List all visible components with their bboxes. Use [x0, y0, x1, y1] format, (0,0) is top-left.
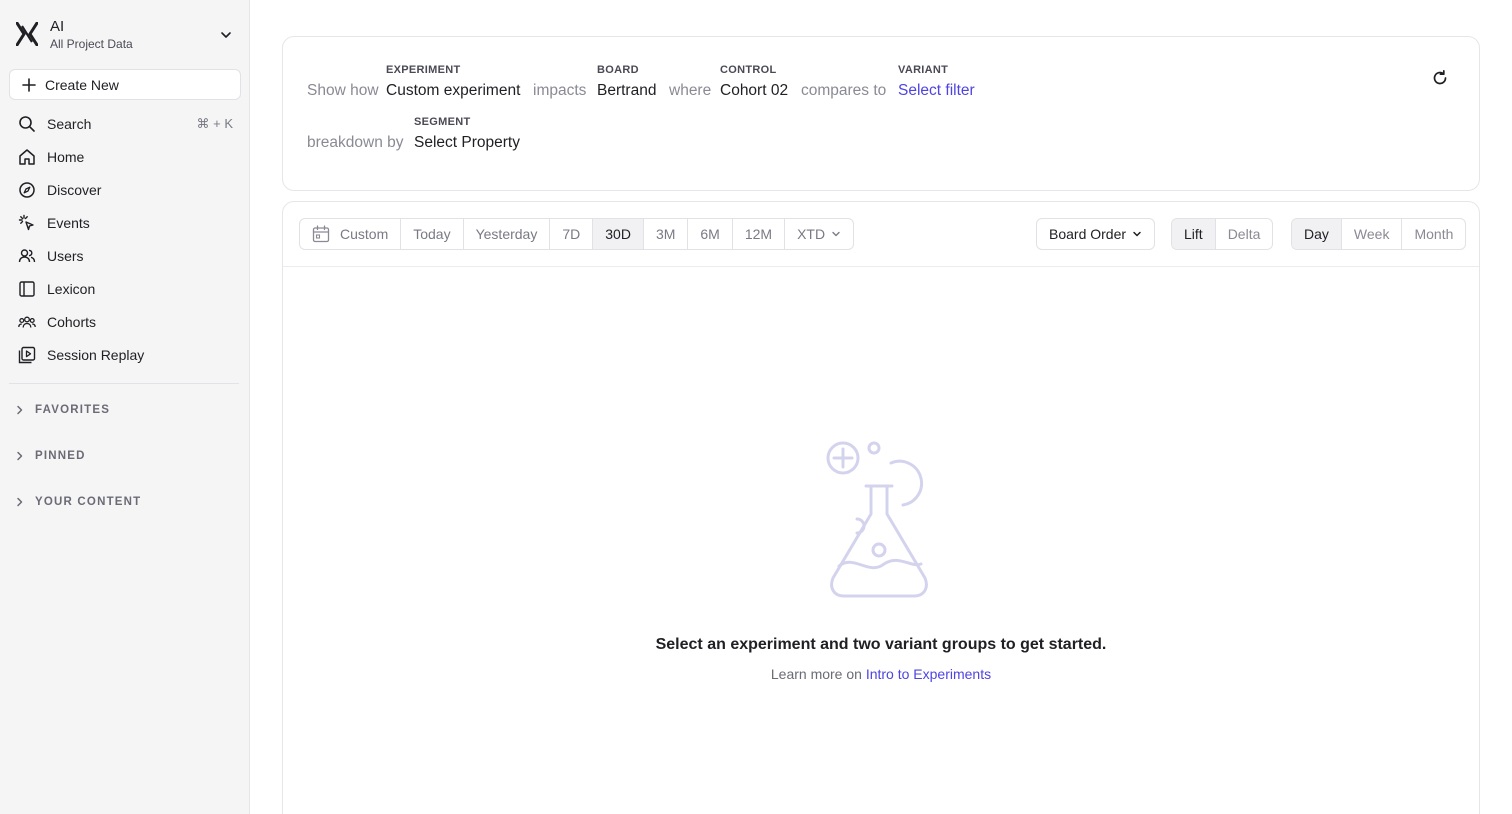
chevron-down-icon — [1133, 231, 1141, 237]
control-selector[interactable]: Cohort 02 — [720, 82, 788, 100]
query-impacts: impacts — [533, 82, 587, 99]
group-icon — [18, 316, 36, 328]
cursor-click-icon — [18, 214, 34, 231]
sidebar-item-users[interactable]: Users — [9, 241, 241, 271]
home-icon — [19, 149, 35, 165]
calendar-icon — [312, 225, 330, 243]
sidebar-item-home[interactable]: Home — [9, 142, 241, 172]
experiment-query-card: Show how EXPERIMENT Custom experiment im… — [282, 36, 1480, 191]
chevron-down-icon[interactable] — [219, 28, 233, 42]
sidebar-item-label: Discover — [47, 182, 102, 198]
date-range-label: XTD — [797, 226, 826, 242]
board-order-label: Board Order — [1049, 226, 1127, 242]
date-range-custom[interactable]: Custom — [300, 219, 402, 249]
empty-state-subtitle: Learn more on Intro to Experiments — [283, 666, 1479, 682]
toggle-week[interactable]: Week — [1342, 219, 1403, 249]
sidebar-item-label: Home — [47, 149, 85, 165]
sidebar-item-label: Session Replay — [47, 347, 145, 363]
experiment-caption: EXPERIMENT — [386, 64, 461, 76]
board-order-dropdown[interactable]: Board Order — [1036, 218, 1155, 250]
chevron-right-icon — [17, 497, 23, 507]
query-where: where — [669, 82, 712, 99]
segment-caption: SEGMENT — [414, 116, 471, 128]
toggle-lift[interactable]: Lift — [1172, 219, 1216, 249]
flask-illustration-icon — [826, 441, 928, 598]
date-range-xtd[interactable]: XTD — [785, 219, 853, 249]
granularity-toggle: Day Week Month — [1291, 218, 1467, 250]
project-subtitle: All Project Data — [50, 37, 133, 51]
section-your-content[interactable]: YOUR CONTENT — [9, 491, 241, 513]
empty-state-title: Select an experiment and two variant gro… — [655, 636, 1107, 653]
create-new-label: Create New — [45, 76, 119, 93]
lift-delta-toggle: Lift Delta — [1171, 218, 1274, 250]
project-name: AI — [50, 18, 65, 35]
play-square-icon — [18, 346, 36, 364]
sidebar-item-label: Cohorts — [47, 314, 97, 330]
sidebar-item-session-replay[interactable]: Session Replay — [9, 340, 241, 370]
date-range-30d[interactable]: 30D — [593, 219, 644, 249]
toggle-delta[interactable]: Delta — [1216, 219, 1273, 249]
chevron-down-icon — [832, 231, 840, 237]
section-label: PINNED — [35, 450, 86, 462]
variant-caption: VARIANT — [898, 64, 949, 76]
intro-to-experiments-link[interactable]: Intro to Experiments — [866, 666, 991, 682]
date-range-yesterday[interactable]: Yesterday — [464, 219, 551, 249]
variant-selector[interactable]: Select filter — [898, 82, 975, 100]
sidebar-item-search[interactable]: Search ⌘ + K — [9, 109, 241, 139]
board-selector[interactable]: Bertrand — [597, 82, 656, 100]
section-favorites[interactable]: FAVORITES — [9, 399, 241, 421]
project-switcher[interactable]: AI All Project Data — [0, 0, 250, 68]
users-icon — [18, 249, 36, 263]
results-card: Custom Today Yesterday 7D 30D 3M 6M 12M … — [282, 201, 1480, 814]
compass-icon — [19, 182, 35, 198]
sidebar-item-discover[interactable]: Discover — [9, 175, 241, 205]
sidebar: AI All Project Data Create New Search ⌘ … — [0, 0, 250, 814]
sidebar-item-label: Users — [47, 248, 84, 264]
date-range-picker: Custom Today Yesterday 7D 30D 3M 6M 12M … — [299, 218, 855, 250]
experiment-selector[interactable]: Custom experiment — [386, 82, 520, 100]
sidebar-divider — [9, 383, 239, 384]
sidebar-item-label: Events — [47, 215, 90, 231]
control-caption: CONTROL — [720, 64, 777, 76]
sidebar-item-label: Lexicon — [47, 281, 96, 297]
date-range-12m[interactable]: 12M — [733, 219, 786, 249]
section-label: YOUR CONTENT — [35, 496, 142, 508]
sidebar-item-cohorts[interactable]: Cohorts — [9, 307, 241, 337]
query-breakdown-by: breakdown by — [307, 134, 404, 151]
query-compares-to: compares to — [801, 82, 887, 99]
chevron-right-icon — [17, 451, 23, 461]
book-icon — [19, 281, 35, 297]
create-new-button[interactable]: Create New — [9, 69, 241, 100]
date-range-today[interactable]: Today — [401, 219, 464, 249]
date-range-3m[interactable]: 3M — [644, 219, 689, 249]
date-range-6m[interactable]: 6M — [688, 219, 733, 249]
date-range-7d[interactable]: 7D — [550, 219, 594, 249]
toggle-day[interactable]: Day — [1292, 219, 1342, 249]
toolbar-divider — [283, 266, 1479, 267]
mixpanel-logo-icon — [16, 22, 38, 46]
sidebar-item-lexicon[interactable]: Lexicon — [9, 274, 241, 304]
date-range-label: Custom — [340, 226, 389, 242]
toggle-month[interactable]: Month — [1402, 219, 1465, 249]
sidebar-item-label: Search — [47, 116, 92, 132]
empty-state-prefix: Learn more on — [770, 666, 862, 682]
segment-selector[interactable]: Select Property — [414, 134, 520, 152]
query-show-how: Show how — [307, 82, 379, 99]
refresh-icon[interactable] — [1431, 69, 1449, 87]
sidebar-item-events[interactable]: Events — [9, 208, 241, 238]
chevron-right-icon — [17, 405, 23, 415]
section-pinned[interactable]: PINNED — [9, 445, 241, 467]
search-icon — [19, 116, 35, 132]
search-shortcut: ⌘ + K — [196, 116, 234, 131]
board-caption: BOARD — [597, 64, 639, 76]
plus-icon — [22, 77, 36, 92]
section-label: FAVORITES — [35, 404, 111, 416]
